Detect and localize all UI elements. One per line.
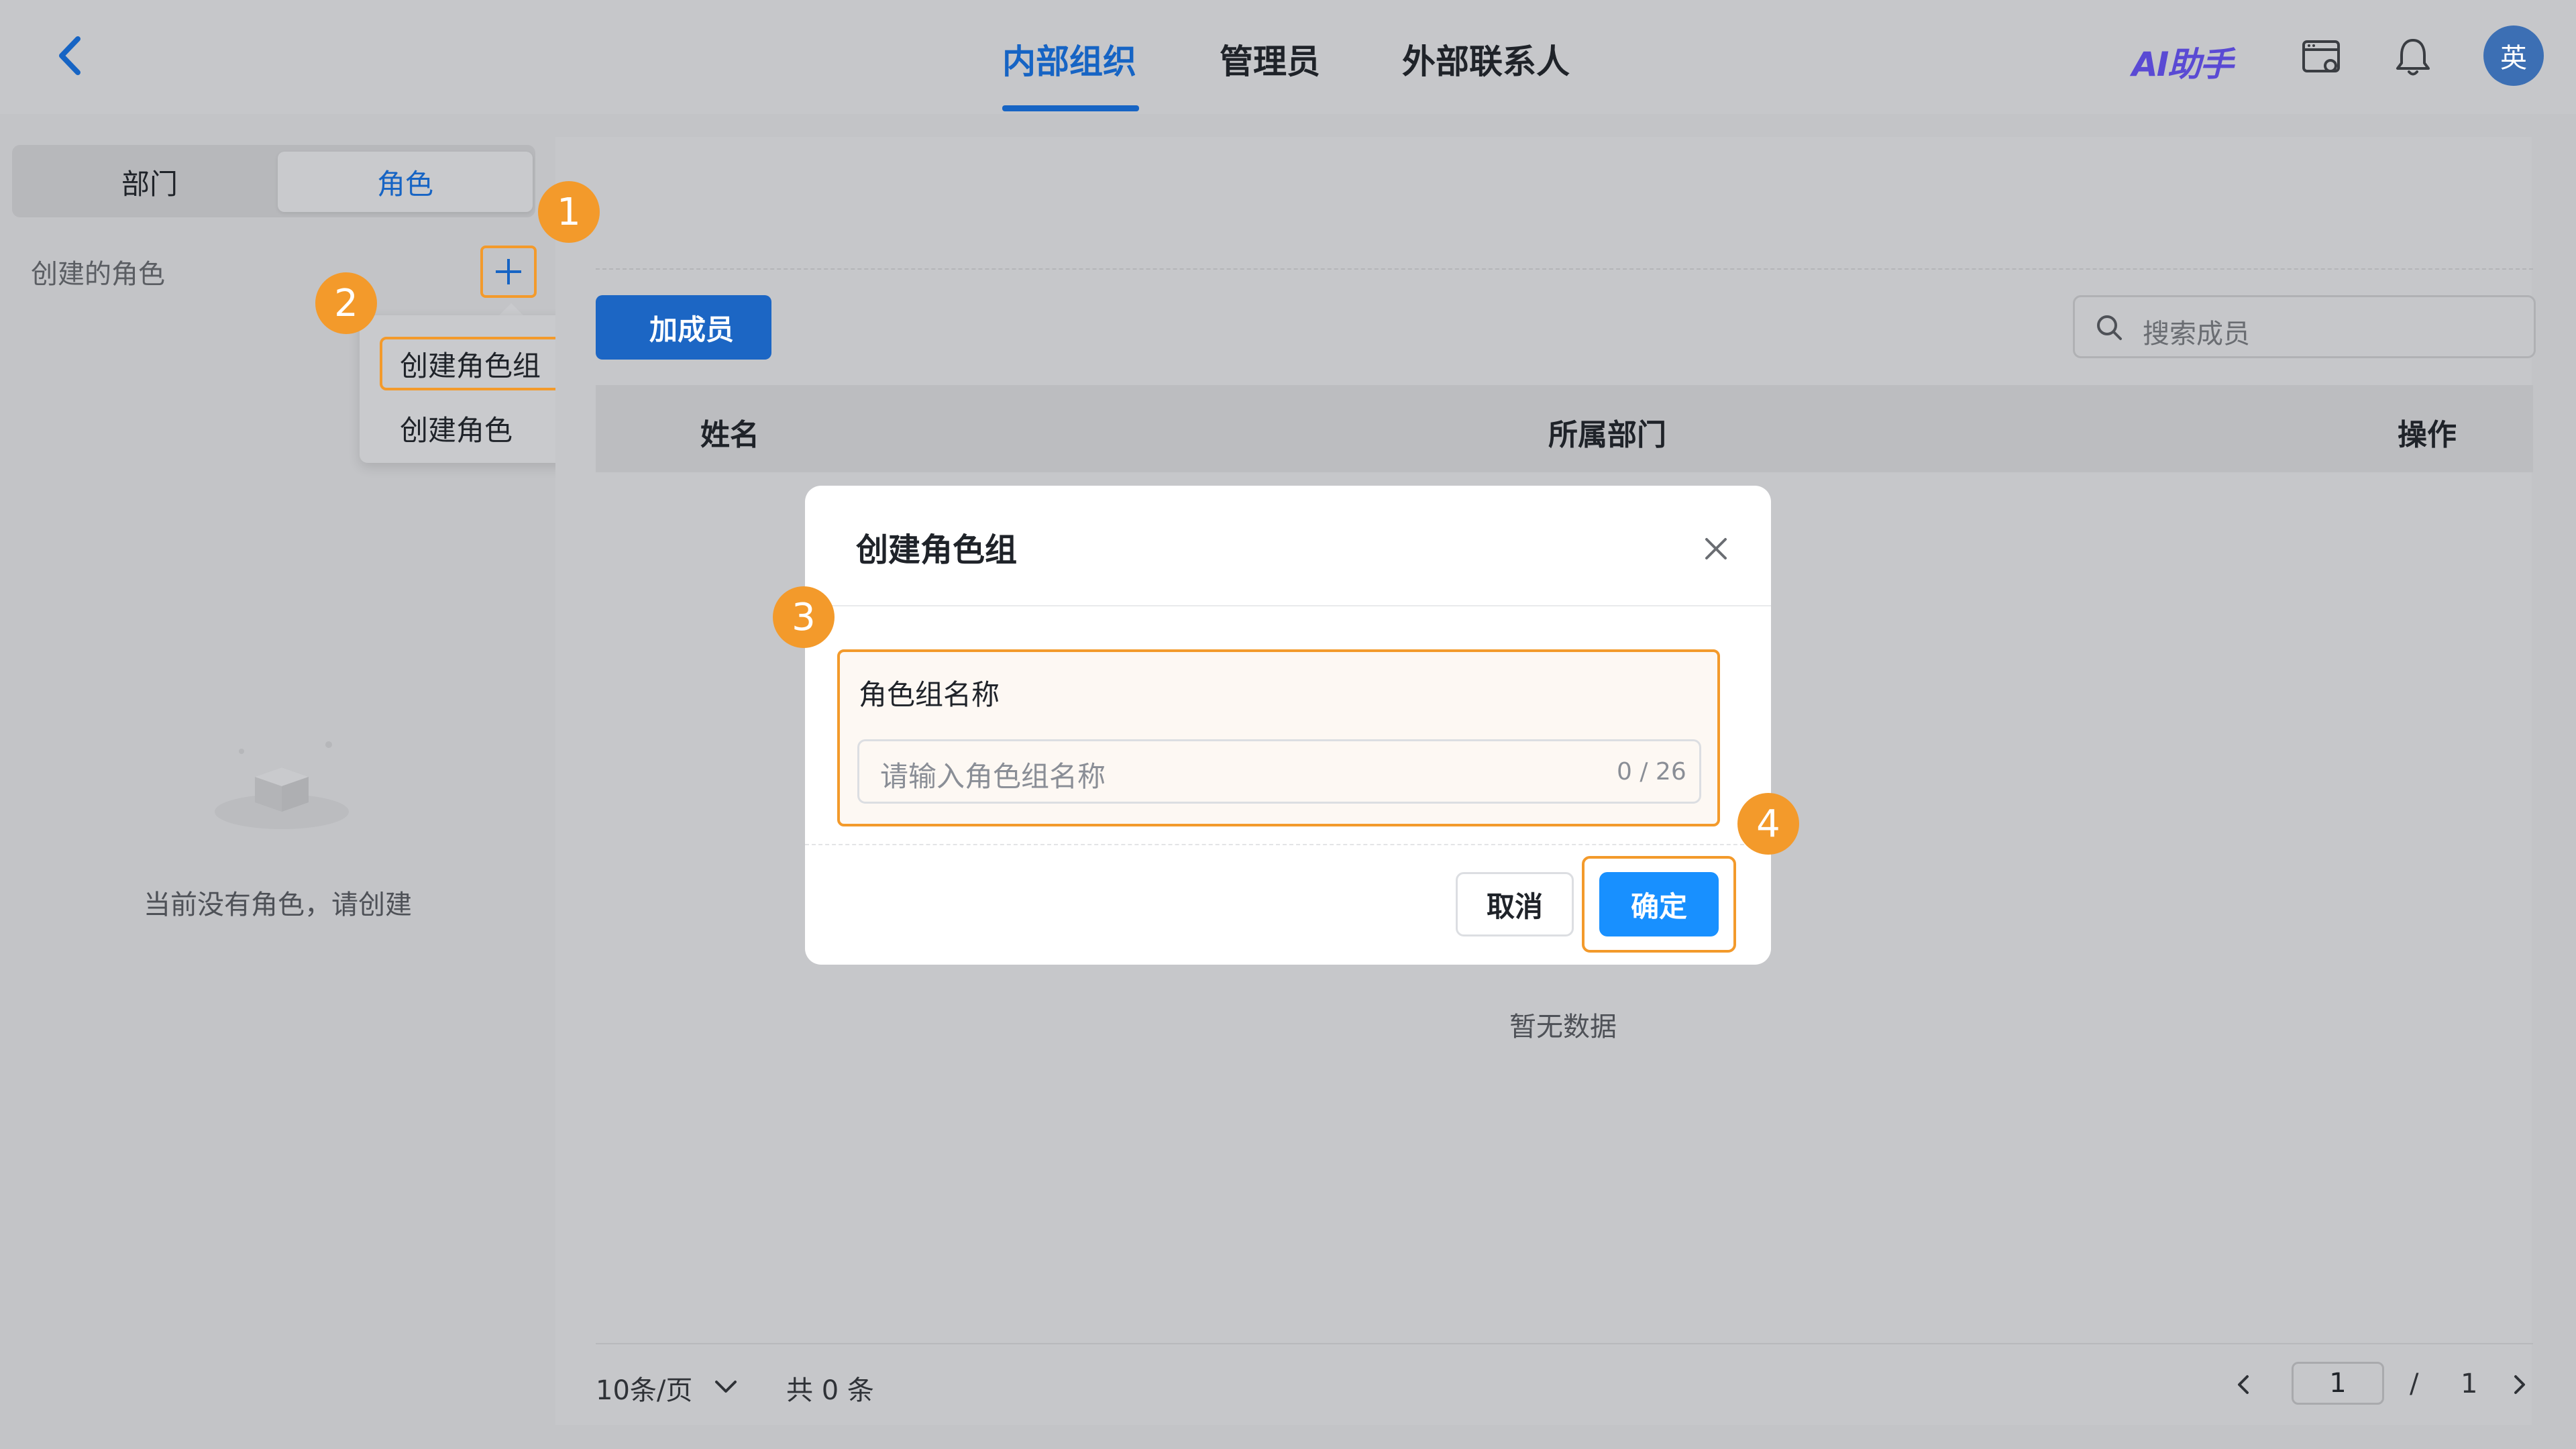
page-number-input[interactable]: 1 (2292, 1362, 2384, 1405)
tab-admins[interactable]: 管理员 (1220, 35, 1320, 82)
ai-assistant-button[interactable]: AI助手 (2132, 38, 2233, 86)
total-pages: 1 (2461, 1368, 2478, 1399)
settings-window-icon[interactable] (2300, 35, 2344, 79)
menu-item-create-role-group[interactable]: 创建角色组 (400, 343, 541, 384)
tab-external-contacts[interactable]: 外部联系人 (1402, 35, 1570, 82)
segment-roles[interactable]: 角色 (278, 152, 533, 212)
chevron-down-icon[interactable] (712, 1377, 739, 1397)
tab-internal-org[interactable]: 内部组织 (1002, 35, 1136, 82)
next-page-icon[interactable] (2506, 1371, 2533, 1398)
add-role-button[interactable] (480, 246, 537, 298)
column-department: 所属部门 (1548, 418, 1666, 452)
avatar[interactable]: 英 (2483, 25, 2544, 86)
cancel-button[interactable]: 取消 (1456, 872, 1574, 936)
step-badge-3: 3 (773, 586, 835, 648)
step-badge-1: 1 (538, 181, 600, 243)
bell-icon[interactable] (2391, 35, 2435, 79)
empty-box-icon (215, 741, 349, 829)
active-tab-indicator (1002, 105, 1139, 111)
dialog-title: 创建角色组 (856, 531, 1018, 569)
dialog-footer-divider (805, 844, 1771, 845)
back-arrow-icon[interactable] (47, 32, 94, 79)
segment-departments[interactable]: 部门 (19, 152, 280, 212)
step-badge-4: 4 (1737, 793, 1799, 855)
column-actions: 操作 (2398, 418, 2457, 452)
role-group-name-label: 角色组名称 (859, 678, 1000, 711)
close-icon[interactable] (1701, 534, 1731, 564)
menu-item-create-role[interactable]: 创建角色 (400, 408, 513, 449)
dialog-header-divider (805, 605, 1771, 606)
total-count: 共 0 条 (786, 1375, 874, 1406)
created-roles-label: 创建的角色 (31, 259, 165, 290)
role-group-name-placeholder: 请输入角色组名称 (880, 760, 1106, 793)
page-separator: / (2410, 1368, 2419, 1399)
step-badge-2: 2 (315, 272, 377, 334)
column-name: 姓名 (700, 418, 759, 452)
confirm-button[interactable]: 确定 (1599, 872, 1719, 936)
page-size-select[interactable]: 10条/页 (596, 1368, 692, 1407)
empty-roles-message: 当前没有角色，请创建 (144, 890, 412, 920)
dropdown-arrow (498, 303, 525, 317)
character-counter: 0 / 26 (1617, 758, 1686, 786)
no-data-message: 暂无数据 (1509, 1012, 1617, 1042)
search-placeholder: 搜索成员 (2143, 319, 2250, 350)
main-divider (596, 268, 2533, 270)
plus-icon (496, 259, 521, 284)
footer-divider (596, 1343, 2533, 1344)
add-member-button[interactable]: 加成员 (596, 295, 771, 360)
prev-page-icon[interactable] (2230, 1371, 2257, 1398)
search-icon (2097, 315, 2122, 340)
